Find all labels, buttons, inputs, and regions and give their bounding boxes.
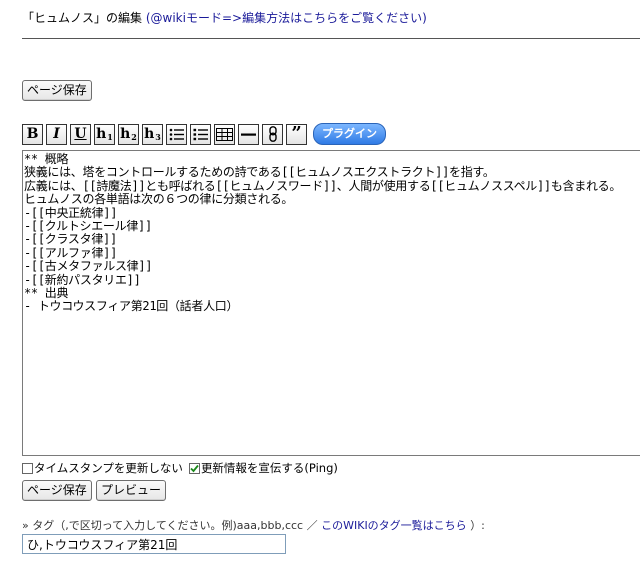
divider: [22, 38, 640, 39]
page-title: 「ヒュムノス」の編集: [22, 11, 143, 25]
tag-instructions: » タグ（,で区切って入力してください。例)aaa,bbb,ccc ／ このWI…: [22, 517, 485, 533]
bold-icon[interactable]: B: [22, 123, 43, 145]
tag-list-link[interactable]: このWIKIのタグ一覧はこちら: [321, 519, 467, 532]
wiki-source-textarea[interactable]: ** 概略 狭義には、塔をコントロールするための詩である[[ヒュムノスエクストラ…: [22, 150, 640, 456]
heading2-icon[interactable]: h2: [118, 123, 139, 145]
plugin-button[interactable]: プラグイン: [313, 123, 386, 145]
editor-toolbar: B I U h1 h2 h3 ” プラグイン: [22, 122, 386, 146]
underline-icon[interactable]: U: [70, 123, 91, 145]
italic-icon[interactable]: I: [46, 123, 67, 145]
save-page-button-top[interactable]: ページ保存: [22, 80, 92, 101]
quote-icon[interactable]: ”: [286, 123, 307, 145]
numbered-list-icon[interactable]: [190, 123, 211, 145]
horizontal-rule-icon[interactable]: [238, 123, 259, 145]
edit-title: 「ヒュムノス」の編集 (@wikiモード=>編集方法はこちらをご覧ください): [22, 9, 427, 26]
timestamp-checkbox[interactable]: [22, 462, 33, 474]
ping-label: 更新情報を宣伝する(Ping): [200, 461, 338, 475]
tag-input[interactable]: [22, 534, 286, 554]
heading3-icon[interactable]: h3: [142, 123, 163, 145]
bullet-list-icon[interactable]: [166, 123, 187, 145]
link-icon[interactable]: [262, 123, 283, 145]
edit-mode-help-link[interactable]: (@wikiモード=>編集方法はこちらをご覧ください): [146, 11, 427, 25]
check-icon: [190, 464, 199, 472]
tag-label-end: ）:: [470, 519, 485, 532]
ping-checkbox[interactable]: [188, 462, 200, 474]
timestamp-label: タイムスタンプを更新しない: [34, 461, 183, 475]
edit-options: タイムスタンプを更新しない 更新情報を宣伝する(Ping): [22, 460, 338, 476]
table-icon[interactable]: [214, 123, 235, 145]
preview-button[interactable]: プレビュー: [96, 480, 167, 501]
heading1-icon[interactable]: h1: [94, 123, 115, 145]
save-page-button-bottom[interactable]: ページ保存: [22, 480, 92, 501]
tag-label-text: » タグ（,で区切って入力してください。例)aaa,bbb,ccc ／: [22, 519, 318, 532]
